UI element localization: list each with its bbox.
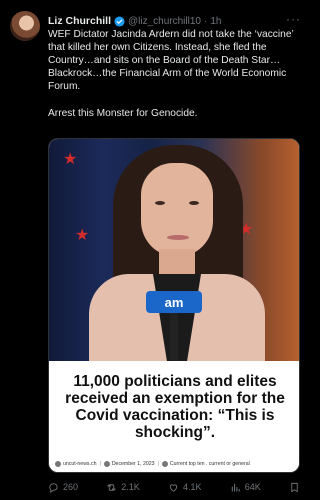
folder-icon bbox=[161, 460, 168, 467]
timestamp[interactable]: 1h bbox=[210, 16, 221, 27]
tweet-actions: 260 2.1K 4.1K 64K bbox=[48, 479, 300, 495]
verified-badge-icon bbox=[114, 15, 125, 27]
like-button[interactable]: 4.1K bbox=[168, 482, 202, 493]
media-card[interactable]: ★ ★ ★ am 11,000 politicians and elites r… bbox=[48, 138, 300, 473]
like-count: 4.1K bbox=[182, 482, 202, 492]
article-date: December 1, 2023 bbox=[111, 460, 155, 467]
mouth bbox=[167, 235, 189, 240]
repost-count: 2.1K bbox=[121, 482, 140, 492]
separator: · bbox=[203, 15, 208, 27]
tweet-text: WEF Dictator Jacinda Ardern did not take… bbox=[48, 29, 294, 119]
article-meta: uncut-news.ch | December 1, 2023 | Curre… bbox=[49, 453, 299, 472]
reply-icon bbox=[49, 482, 58, 493]
author-name[interactable]: Liz Churchill bbox=[48, 15, 111, 27]
author-handle[interactable]: @liz_churchill10 bbox=[128, 16, 201, 27]
reply-button[interactable]: 260 bbox=[48, 482, 78, 493]
heart-icon bbox=[169, 483, 178, 492]
repost-icon bbox=[107, 483, 116, 491]
bookmark-icon bbox=[291, 482, 298, 492]
avatar[interactable] bbox=[10, 11, 40, 41]
tweet[interactable]: Liz Churchill @liz_churchill10 · 1h ··· … bbox=[0, 0, 311, 500]
reply-count: 260 bbox=[63, 482, 79, 492]
calendar-icon bbox=[103, 460, 110, 467]
bookmark-button[interactable] bbox=[289, 482, 300, 493]
eye bbox=[189, 201, 199, 205]
person-face bbox=[141, 163, 213, 257]
article-headline: 11,000 politicians and elites received a… bbox=[49, 361, 299, 453]
globe-icon bbox=[55, 460, 61, 467]
eye bbox=[155, 201, 165, 205]
article-category: Current top ten . current or general bbox=[169, 460, 250, 467]
microphone-stem bbox=[170, 311, 178, 361]
flag-star-icon: ★ bbox=[75, 227, 90, 244]
more-options-icon[interactable]: ··· bbox=[286, 12, 301, 26]
views-count: 64K bbox=[244, 482, 261, 492]
flag-star-icon: ★ bbox=[63, 151, 78, 168]
microphone-logo: am bbox=[146, 291, 202, 313]
views-chart-icon bbox=[231, 483, 240, 492]
views-button[interactable]: 64K bbox=[230, 482, 261, 493]
article-site: uncut-news.ch bbox=[63, 460, 97, 467]
repost-button[interactable]: 2.1K bbox=[106, 482, 140, 493]
news-photo: ★ ★ ★ am bbox=[49, 139, 299, 361]
